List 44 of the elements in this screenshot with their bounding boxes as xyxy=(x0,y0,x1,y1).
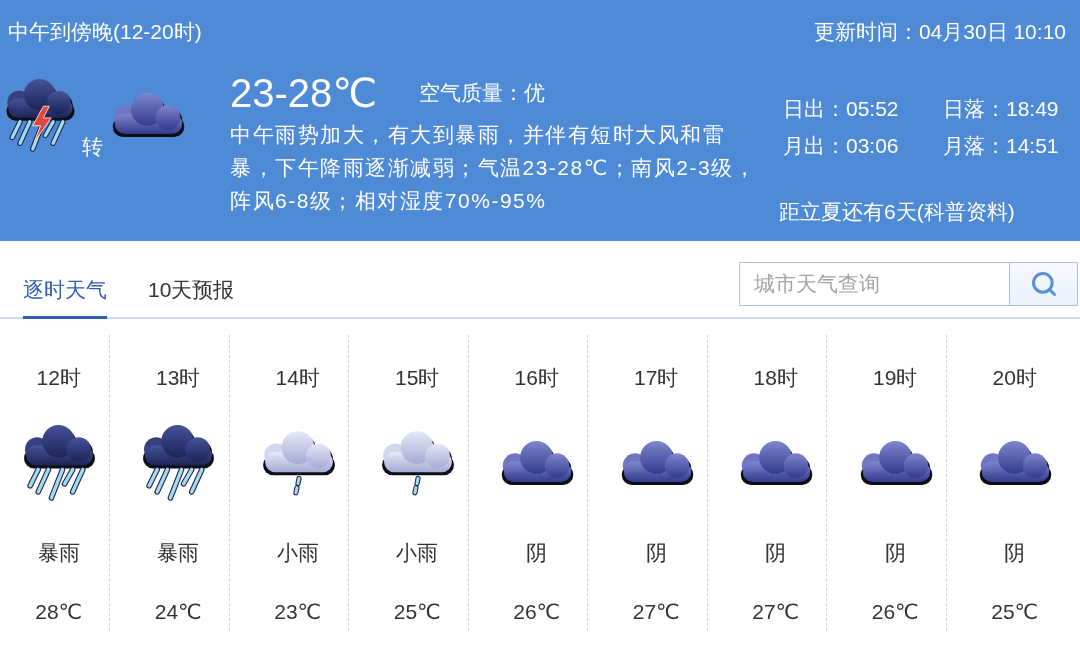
hour-label: 14时 xyxy=(275,365,320,391)
condition-label: 阴 xyxy=(1004,540,1026,566)
city-search-field[interactable]: 城市天气查询 xyxy=(739,262,1010,306)
hour-label: 12时 xyxy=(36,365,81,391)
condition-label: 阴 xyxy=(884,540,906,566)
condition-label: 暴雨 xyxy=(37,540,80,566)
period-title: 中午到傍晚(12-20时) xyxy=(8,19,202,45)
hour-temperature: 27℃ xyxy=(752,599,800,625)
condition-label: 阴 xyxy=(765,540,787,566)
hour-temperature: 26℃ xyxy=(871,599,919,625)
condition-label: 小雨 xyxy=(276,540,319,566)
hour-temperature: 26℃ xyxy=(513,599,561,625)
condition-label: 小雨 xyxy=(396,540,439,566)
drizzle-cloud-icon xyxy=(379,429,456,496)
hour-label: 13时 xyxy=(156,365,201,391)
hour-label: 20时 xyxy=(992,365,1037,391)
astronomy-time: 月出：03:06 xyxy=(783,133,900,159)
condition-label: 暴雨 xyxy=(157,540,200,566)
hour-label: 16时 xyxy=(514,365,559,391)
hour-temperature: 23℃ xyxy=(274,599,322,625)
air-quality: 空气质量：优 xyxy=(419,80,546,106)
astronomy-time: 日落：18:49 xyxy=(943,96,1059,122)
hour-label: 17时 xyxy=(634,365,679,391)
solar-term-note: 距立夏还有6天(科普资料) xyxy=(779,199,1016,225)
hour-label: 19时 xyxy=(873,365,918,391)
tab[interactable]: 逐时天气 xyxy=(23,277,107,319)
hour-temperature: 25℃ xyxy=(393,599,441,625)
astronomy-time: 月落：14:51 xyxy=(943,133,1059,159)
hour-temperature: 27℃ xyxy=(632,599,680,625)
hour-temperature: 28℃ xyxy=(35,599,83,625)
hour-temperature: 25℃ xyxy=(991,599,1039,625)
search-icon xyxy=(1029,270,1058,298)
condition-label: 阴 xyxy=(526,540,548,566)
forecast-description: 中午雨势加大，有大到暴雨，并伴有短时大风和雷暴，下午降雨逐渐减弱；气温23-28℃；南风2-3级，阵风6-8级；相对湿度70%-95% xyxy=(230,122,758,214)
tab[interactable]: 10天预报 xyxy=(148,277,235,319)
temperature-range: 23-28℃ xyxy=(230,72,378,114)
transition-label: 转 xyxy=(82,134,103,160)
hour-label: 18时 xyxy=(753,365,798,391)
hour-label: 15时 xyxy=(395,365,440,391)
search-button[interactable] xyxy=(1010,262,1078,306)
astronomy-time: 日出：05:52 xyxy=(783,96,900,122)
hour-temperature: 24℃ xyxy=(154,599,202,625)
update-time: 更新时间：04月30日 10:10 xyxy=(813,19,1066,45)
condition-label: 阴 xyxy=(645,540,667,566)
